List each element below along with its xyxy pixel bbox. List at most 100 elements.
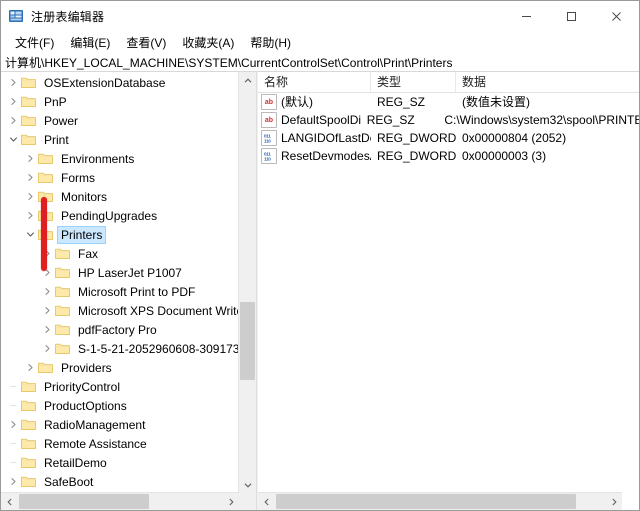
tree-item[interactable]: Print: [1, 130, 238, 149]
tree-item-label: ProductOptions: [44, 398, 127, 413]
chevron-right-icon[interactable]: [22, 149, 38, 168]
minimize-button[interactable]: [504, 1, 549, 31]
value-scroll-right-icon[interactable]: [605, 493, 622, 510]
chevron-right-icon[interactable]: [39, 301, 55, 320]
key-tree-pane: OSExtensionDatabase PnP Power Print Environm…: [1, 72, 257, 510]
chevron-right-icon[interactable]: [5, 111, 21, 130]
tree-item[interactable]: Forms: [1, 168, 238, 187]
value-type-cell: REG_SZ: [366, 113, 415, 127]
content-panes: OSExtensionDatabase PnP Power Print Environm…: [1, 72, 639, 510]
tree-item[interactable]: Microsoft XPS Document Write: [1, 301, 238, 320]
tree-item[interactable]: Providers: [1, 358, 238, 377]
menu-file[interactable]: 文件(F): [7, 32, 62, 53]
value-type-cell: REG_DWORD: [377, 131, 456, 145]
folder-icon: [21, 95, 36, 108]
value-list-body[interactable]: ab (默认) REG_SZ (数值未设置) ab DefaultSpoolDirecto…: [258, 93, 639, 165]
tree-item[interactable]: pdfFactory Pro: [1, 320, 238, 339]
scroll-down-icon[interactable]: [239, 476, 256, 493]
chevron-right-icon[interactable]: [5, 472, 21, 491]
value-name-text: (默认): [281, 95, 313, 109]
window-controls: [504, 1, 639, 31]
chevron-down-icon[interactable]: [22, 225, 38, 244]
chevron-right-icon[interactable]: [39, 320, 55, 339]
chevron-right-icon[interactable]: [5, 92, 21, 111]
tree-item[interactable]: Fax: [1, 244, 238, 263]
folder-icon: [21, 380, 36, 393]
tree-scroll-corner: [239, 493, 256, 510]
tree-item-label: Providers: [61, 360, 112, 375]
value-row[interactable]: ab (默认) REG_SZ (数值未设置): [258, 93, 639, 111]
chevron-right-icon[interactable]: [39, 339, 55, 358]
tree-item[interactable]: PnP: [1, 92, 238, 111]
tree-item-label: Microsoft Print to PDF: [78, 284, 196, 299]
value-horizontal-scrollbar[interactable]: [258, 492, 622, 510]
maximize-button[interactable]: [549, 1, 594, 31]
tree-item[interactable]: S-1-5-21-2052960608-3091730: [1, 339, 238, 358]
chevron-right-icon[interactable]: [5, 415, 21, 434]
tree-horizontal-scrollbar[interactable]: [1, 492, 239, 510]
tree-item-label: Environments: [61, 151, 135, 166]
value-type-cell: REG_SZ: [377, 95, 426, 109]
chevron-right-icon[interactable]: [39, 282, 55, 301]
menu-help[interactable]: 帮助(H): [242, 32, 299, 53]
chevron-right-icon[interactable]: [22, 206, 38, 225]
tree-item[interactable]: Microsoft Print to PDF: [1, 282, 238, 301]
folder-icon: [38, 152, 53, 165]
column-header-name[interactable]: 名称: [258, 72, 371, 93]
registry-path: 计算机\HKEY_LOCAL_MACHINE\SYSTEM\CurrentCon…: [5, 55, 453, 70]
chevron-right-icon[interactable]: [5, 73, 21, 92]
tree-item[interactable]: Monitors: [1, 187, 238, 206]
value-data-cell: 0x00000003 (3): [462, 149, 547, 163]
folder-icon: [55, 342, 70, 355]
value-hscroll-thumb[interactable]: [276, 494, 576, 509]
tree-item[interactable]: PriorityControl: [1, 377, 238, 396]
tree-item[interactable]: SafeBoot: [1, 472, 238, 491]
tree-guide-stub: [5, 396, 21, 415]
tree-item[interactable]: Remote Assistance: [1, 434, 238, 453]
menu-view[interactable]: 查看(V): [118, 32, 174, 53]
value-row[interactable]: 011110 ResetDevmodesAtte... REG_DWORD 0x000…: [258, 147, 639, 165]
scroll-left-icon[interactable]: [1, 493, 18, 510]
tree-item[interactable]: RadioManagement: [1, 415, 238, 434]
tree-item[interactable]: Power: [1, 111, 238, 130]
chevron-right-icon[interactable]: [22, 168, 38, 187]
chevron-right-icon[interactable]: [22, 358, 38, 377]
value-name-text: ResetDevmodesAtte...: [281, 149, 371, 163]
menu-favorites[interactable]: 收藏夹(A): [174, 32, 242, 53]
tree-scroll-thumb[interactable]: [240, 302, 255, 380]
chevron-down-icon[interactable]: [5, 130, 21, 149]
folder-icon: [21, 475, 36, 488]
tree-item[interactable]: PendingUpgrades: [1, 206, 238, 225]
scroll-up-icon[interactable]: [239, 72, 256, 89]
scroll-right-icon[interactable]: [222, 493, 239, 510]
tree-item[interactable]: Environments: [1, 149, 238, 168]
tree-item[interactable]: OSExtensionDatabase: [1, 73, 238, 92]
menu-edit[interactable]: 编辑(E): [62, 32, 118, 53]
chevron-right-icon[interactable]: [22, 187, 38, 206]
tree-item-label: Printers: [56, 225, 107, 244]
value-name-cell: ab DefaultSpoolDirectory: [258, 111, 361, 129]
value-row[interactable]: 011110 LANGIDOfLastDefault... REG_DWORD 0x0…: [258, 129, 639, 147]
value-scroll-left-icon[interactable]: [258, 493, 275, 510]
tree-vertical-scrollbar[interactable]: [238, 72, 256, 493]
key-tree[interactable]: OSExtensionDatabase PnP Power Print Environm…: [1, 72, 238, 492]
tree-hscroll-thumb[interactable]: [19, 494, 149, 509]
tree-item[interactable]: ProductOptions: [1, 396, 238, 415]
value-name-cell: 011110 LANGIDOfLastDefault...: [258, 129, 371, 147]
tree-item-label: PendingUpgrades: [61, 208, 158, 223]
value-row[interactable]: ab DefaultSpoolDirectory REG_SZ C:\Windows\…: [258, 111, 639, 129]
value-name-cell: ab (默认): [258, 93, 371, 111]
address-bar[interactable]: 计算机\HKEY_LOCAL_MACHINE\SYSTEM\CurrentCon…: [1, 53, 639, 72]
column-header-data[interactable]: 数据: [456, 72, 639, 93]
tree-item[interactable]: Printers: [1, 225, 238, 244]
string-value-icon: ab: [261, 112, 277, 128]
tree-item[interactable]: RetailDemo: [1, 453, 238, 472]
close-button[interactable]: [594, 1, 639, 31]
column-header-type[interactable]: 类型: [371, 72, 456, 93]
tree-item[interactable]: HP LaserJet P1007: [1, 263, 238, 282]
value-list-pane: 名称 类型 数据 ab (默认) REG_SZ (数值未设置) ab DefaultSpo…: [258, 72, 639, 510]
